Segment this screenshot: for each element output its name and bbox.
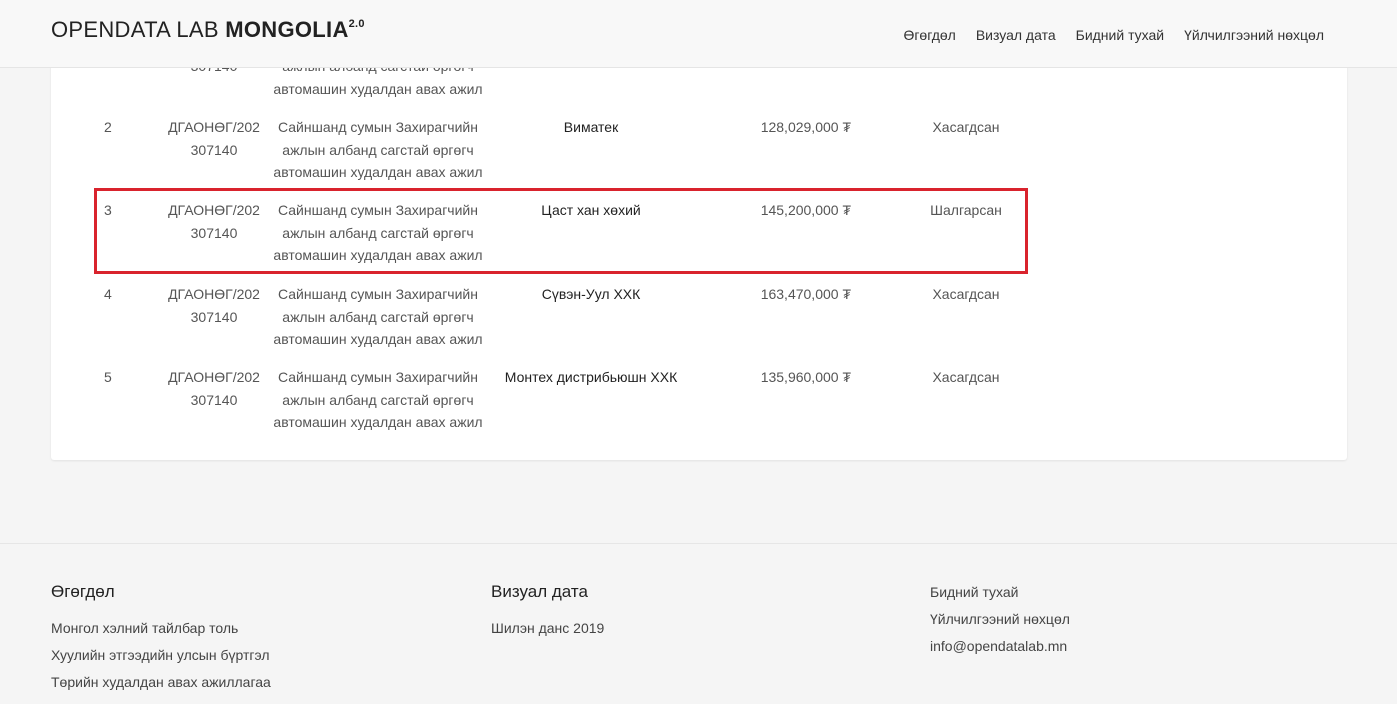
footer-link-about[interactable]: Бидний тухай bbox=[930, 584, 1070, 601]
footer-link-dictionary[interactable]: Монгол хэлний тайлбар толь bbox=[51, 620, 271, 637]
row-number: 2 bbox=[104, 119, 112, 135]
site-logo[interactable]: OPENDATA LAB MONGOLIA2.0 bbox=[51, 17, 365, 43]
footer-column-visual: Визуал дата Шилэн данс 2019 bbox=[491, 582, 604, 647]
table-row: 3 ДГАОНӨГ/202 307140 Сайншанд сумын Захи… bbox=[51, 199, 1347, 279]
procurement-description: Сайншанд сумын Захирагчийн ажлын албанд … bbox=[273, 369, 483, 430]
bid-amount: 163,470,000 ₮ bbox=[760, 286, 851, 302]
nav-visual-data[interactable]: Визуал дата bbox=[976, 27, 1056, 43]
procurement-code: ДГАОНӨГ/202 307140 bbox=[168, 202, 260, 241]
supplier-name: Сүвэн-Уул ХХК bbox=[541, 286, 641, 302]
footer-link-glass-account[interactable]: Шилэн данс 2019 bbox=[491, 620, 604, 637]
top-navbar: OPENDATA LAB MONGOLIA2.0 Өгөгдөл Визуал … bbox=[0, 0, 1397, 68]
procurement-code: ДГАОНӨГ/202 307140 bbox=[168, 369, 260, 408]
row-number: 5 bbox=[104, 369, 112, 385]
procurement-code: ДГАОНӨГ/202 307140 bbox=[168, 119, 260, 158]
status-label: Хасагдсан bbox=[932, 119, 1000, 135]
page-footer: Өгөгдөл Монгол хэлний тайлбар толь Хуули… bbox=[0, 543, 1397, 704]
nav-terms[interactable]: Үйлчилгээний нөхцөл bbox=[1184, 27, 1324, 43]
footer-link-terms[interactable]: Үйлчилгээний нөхцөл bbox=[930, 611, 1070, 628]
row-number: 4 bbox=[104, 286, 112, 302]
bid-amount: 145,200,000 ₮ bbox=[760, 202, 851, 218]
footer-link-legal-registry[interactable]: Хуулийн этгээдийн улсын бүртгэл bbox=[51, 647, 271, 664]
footer-link-email[interactable]: info@opendatalab.mn bbox=[930, 638, 1070, 655]
procurement-description: Сайншанд сумын Захирагчийн ажлын албанд … bbox=[273, 202, 483, 263]
status-label: Хасагдсан bbox=[932, 369, 1000, 385]
supplier-name: Виматек bbox=[563, 119, 619, 135]
status-label: Шалгарсан bbox=[930, 202, 1002, 218]
footer-column-about: Бидний тухай Үйлчилгээний нөхцөл info@op… bbox=[930, 584, 1070, 665]
main-nav: Өгөгдөл Визуал дата Бидний тухай Үйлчилг… bbox=[903, 27, 1324, 43]
table-row: 5 ДГАОНӨГ/202 307140 Сайншанд сумын Захи… bbox=[51, 366, 1347, 446]
nav-about[interactable]: Бидний тухай bbox=[1076, 27, 1164, 43]
procurement-description: Сайншанд сумын Захирагчийн ажлын албанд … bbox=[273, 286, 483, 347]
status-label: Хасагдсан bbox=[932, 286, 1000, 302]
table-row: 2 ДГАОНӨГ/202 307140 Сайншанд сумын Захи… bbox=[51, 116, 1347, 196]
footer-column-data: Өгөгдөл Монгол хэлний тайлбар толь Хуули… bbox=[51, 582, 271, 701]
supplier-name: Монтех дистрибьюшн ХХК bbox=[504, 369, 678, 385]
row-number: 3 bbox=[104, 202, 112, 218]
table-row: 4 ДГАОНӨГ/202 307140 Сайншанд сумын Захи… bbox=[51, 283, 1347, 363]
bid-amount: 135,960,000 ₮ bbox=[760, 369, 851, 385]
results-card: 307140 ажлын албанд сагстай өргөгч автом… bbox=[51, 40, 1347, 460]
procurement-description: Сайншанд сумын Захирагчийн ажлын албанд … bbox=[273, 119, 483, 180]
footer-link-procurement[interactable]: Төрийн худалдан авах ажиллагаа bbox=[51, 674, 271, 691]
footer-heading: Визуал дата bbox=[491, 582, 588, 601]
bid-amount: 128,029,000 ₮ bbox=[760, 119, 851, 135]
procurement-code: ДГАОНӨГ/202 307140 bbox=[168, 286, 260, 325]
supplier-name: Цаст хан хөхий bbox=[541, 202, 641, 218]
footer-heading: Өгөгдөл bbox=[51, 582, 115, 601]
nav-data[interactable]: Өгөгдөл bbox=[903, 27, 955, 43]
